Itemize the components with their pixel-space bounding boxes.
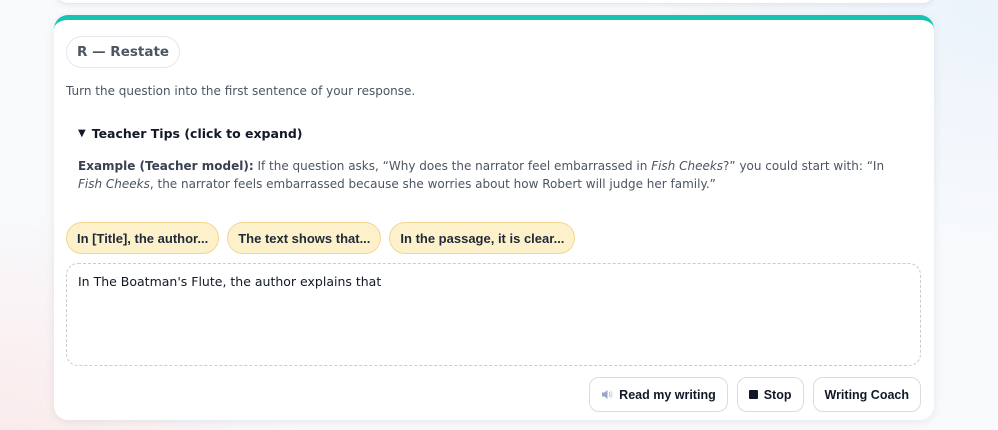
read-my-writing-button[interactable]: Read my writing (589, 377, 728, 412)
expand-caret-icon: ▼ (78, 128, 86, 139)
starter-chip-text-shows[interactable]: The text shows that... (227, 222, 382, 254)
read-my-writing-label: Read my writing (619, 387, 716, 402)
stop-label: Stop (763, 387, 792, 402)
speaker-icon (601, 389, 613, 400)
step-label-chip: R — Restate (66, 36, 181, 68)
example-text-part: ?” you could start with: “In (723, 159, 885, 173)
teacher-tips-content: Example (Teacher model): If the question… (78, 157, 908, 193)
writing-coach-button[interactable]: Writing Coach (812, 377, 921, 412)
teacher-tips-toggle[interactable]: ▼ Teacher Tips (click to expand) (78, 126, 303, 141)
response-editor[interactable]: In The Boatman's Flute, the author expla… (66, 263, 921, 366)
example-text-part: If the question asks, “Why does the narr… (253, 159, 652, 173)
response-text: In The Boatman's Flute, the author expla… (78, 274, 382, 289)
stop-icon (748, 390, 758, 399)
example-book-title: Fish Cheeks (78, 177, 150, 191)
restate-step-card: R — Restate Turn the question into the f… (54, 15, 934, 420)
writing-coach-label: Writing Coach (824, 387, 910, 402)
starter-chip-title-author[interactable]: In [Title], the author... (66, 222, 220, 254)
previous-card-edge (54, 0, 936, 4)
action-bar: Read my writing Stop Writing Coach (589, 377, 921, 412)
example-book-title: Fish Cheeks (651, 159, 724, 173)
teacher-tips-title: Teacher Tips (click to expand) (91, 126, 303, 141)
step-instruction: Turn the question into the first sentenc… (66, 84, 416, 98)
example-text-part: , the narrator feels embarrassed because… (149, 177, 716, 191)
stop-button[interactable]: Stop (736, 377, 804, 412)
sentence-starters: In [Title], the author... The text shows… (66, 222, 576, 254)
example-label: Example (Teacher model): (78, 159, 254, 173)
starter-chip-passage-clear[interactable]: In the passage, it is clear... (389, 222, 576, 254)
